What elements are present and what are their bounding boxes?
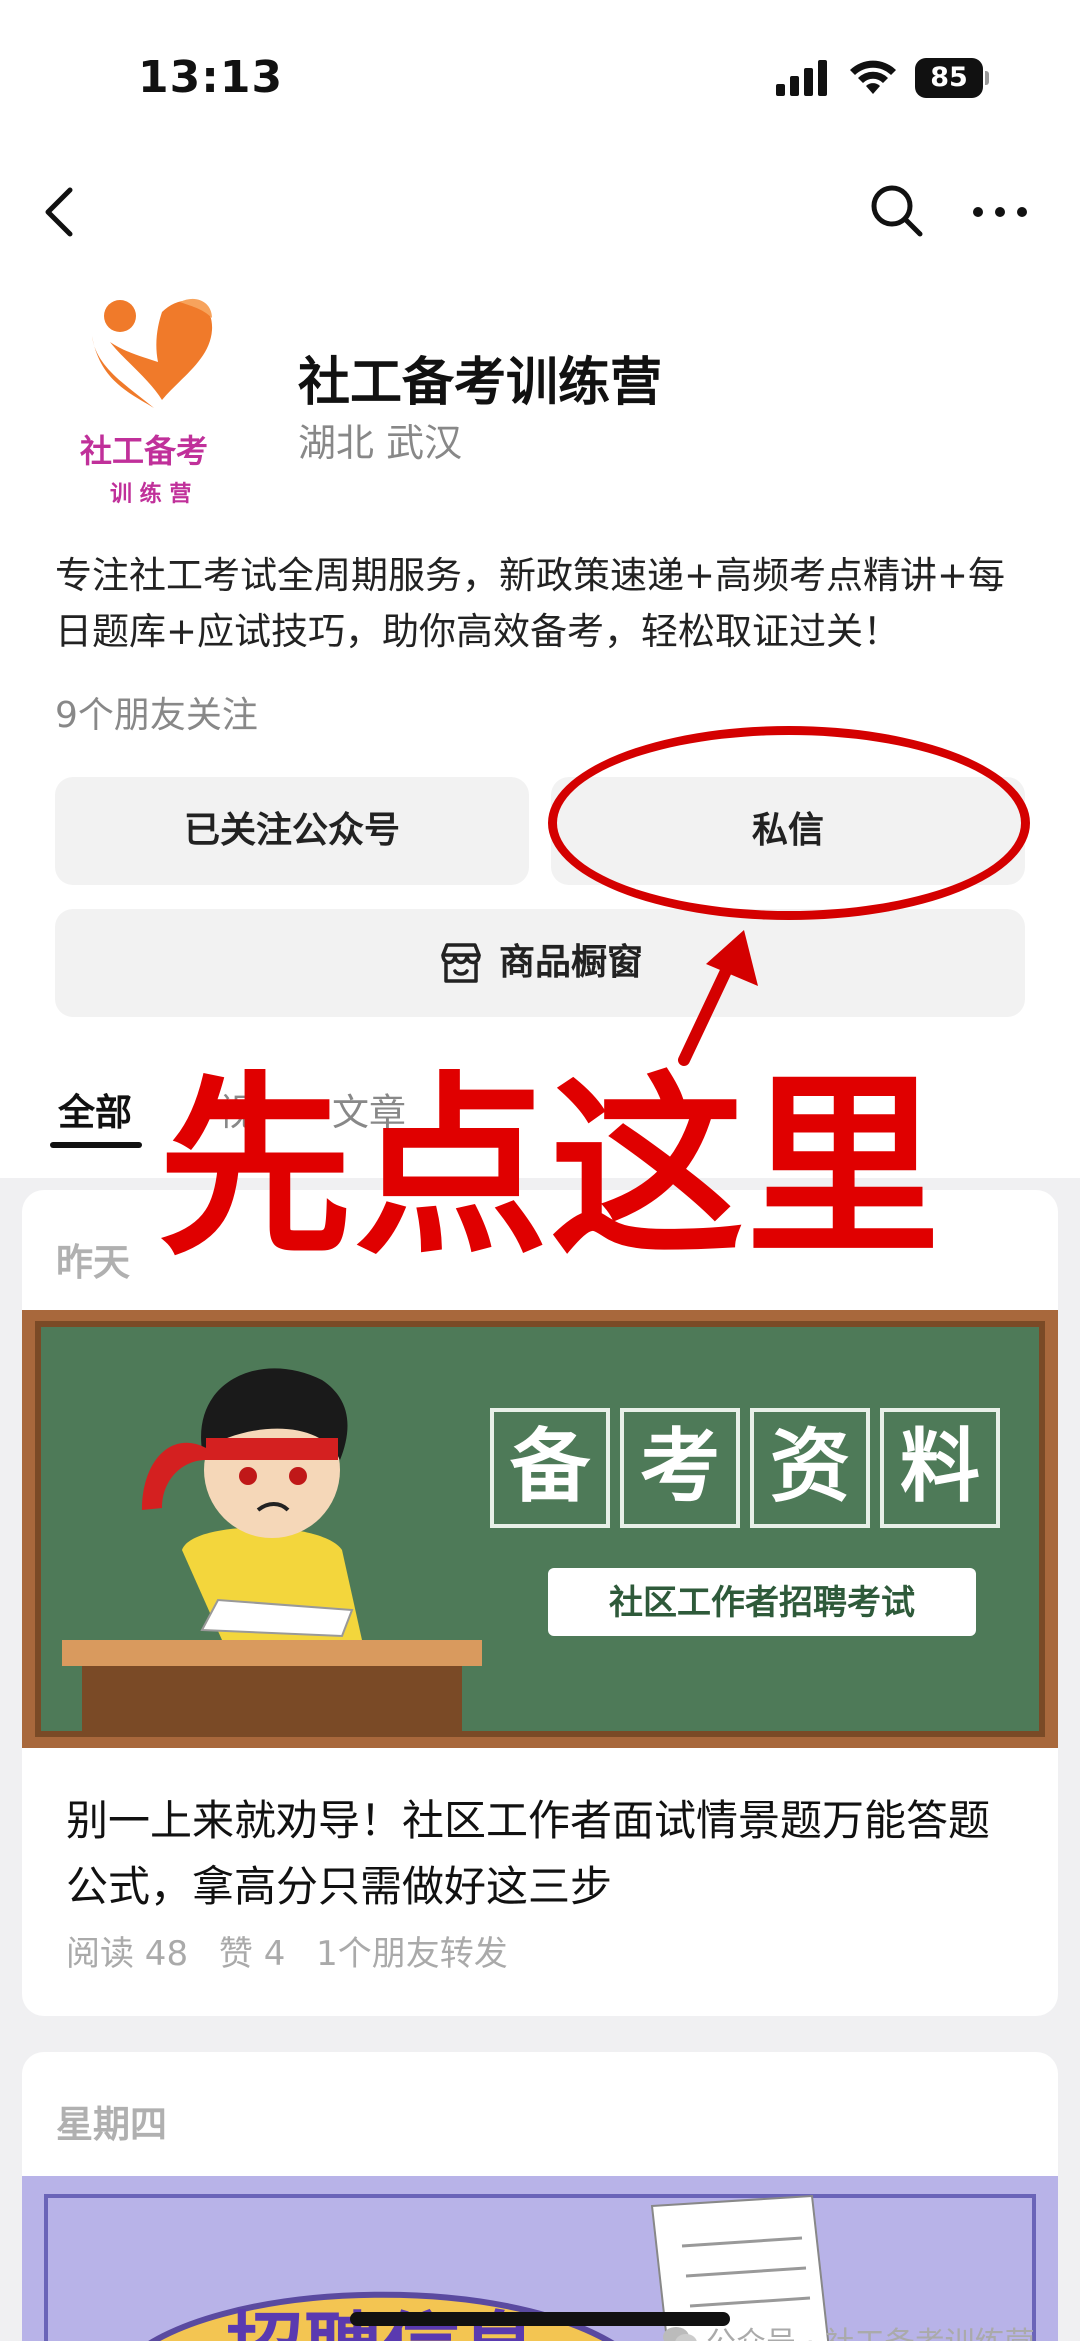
post-date: 昨天	[56, 1241, 130, 1284]
back-icon[interactable]	[40, 182, 80, 242]
logo-text-main: 社工备考	[80, 432, 209, 470]
article-meta: 阅读 48 赞 4 1个朋友转发	[66, 1926, 528, 1975]
cover-title-char-3: 资	[770, 1420, 850, 1513]
wechat-icon	[663, 2327, 697, 2341]
battery-level: 85	[915, 58, 983, 98]
watermark-text: 公众号 · 社工备考训练营	[706, 2318, 1035, 2341]
article-shares: 1个朋友转发	[316, 1934, 508, 1974]
annotation-text: 先点这里	[158, 1055, 942, 1281]
home-indicator[interactable]	[350, 2312, 730, 2326]
account-logo: 社工备考 训 练 营	[62, 290, 244, 516]
cover-title-char-1: 备	[510, 1420, 591, 1513]
nav-bar	[0, 160, 1080, 260]
more-icon[interactable]	[970, 182, 1030, 242]
logo-text-sub: 训 练 营	[110, 482, 192, 507]
article-title[interactable]: 别一上来就劝导！社区工作者面试情景题万能答题公式，拿高分只需做好这三步	[66, 1788, 1016, 1920]
battery-icon: 85	[915, 58, 989, 98]
tab-underline	[50, 1142, 142, 1148]
post-date: 星期四	[56, 2103, 167, 2146]
article-likes: 赞 4	[218, 1934, 286, 1974]
shop-window-button[interactable]: 商品橱窗	[55, 909, 1025, 1017]
friends-following[interactable]: 9个朋友关注	[55, 686, 258, 738]
account-name: 社工备考训练营	[298, 353, 663, 413]
article-card[interactable]: 昨天 备 考 资 料 社区工作者招聘考试 别一上来就劝导！社区工作者面试情景题万…	[22, 1190, 1058, 2016]
cover-subtitle: 社区工作者招聘考试	[609, 1583, 915, 1623]
followed-button[interactable]: 已关注公众号	[55, 777, 529, 885]
tab-all[interactable]: 全部	[58, 1082, 132, 1136]
article-card[interactable]: 星期四 招聘信息	[22, 2052, 1058, 2341]
article-reads: 阅读 48	[66, 1934, 189, 1974]
shop-icon	[441, 943, 481, 983]
account-location: 湖北 武汉	[298, 421, 463, 465]
status-bar: 13:13 85	[0, 0, 1080, 160]
annotation-arrow-icon	[678, 930, 758, 1066]
signal-icon	[776, 60, 827, 96]
logo-heart-icon	[92, 298, 213, 408]
wifi-icon	[850, 60, 896, 94]
annotation-circle	[548, 726, 1030, 920]
cover-title-char-2: 考	[640, 1420, 720, 1513]
article-cover-image[interactable]: 备 考 资 料 社区工作者招聘考试	[22, 1310, 1058, 1748]
search-icon[interactable]	[866, 180, 926, 240]
cover-title-char-4: 料	[900, 1420, 980, 1513]
shop-window-label: 商品橱窗	[498, 942, 643, 983]
status-time: 13:13	[138, 52, 284, 103]
account-description: 专注社工考试全周期服务，新政策速递+高频考点精讲+每日题库+应试技巧，助你高效备…	[55, 554, 1006, 653]
